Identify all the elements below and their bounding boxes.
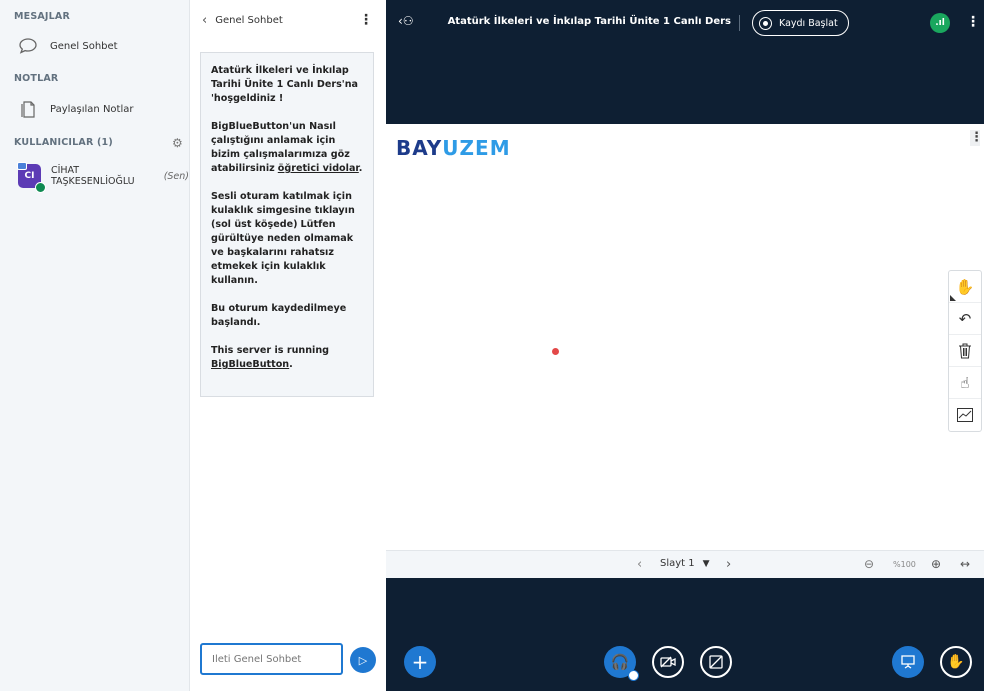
actions-plus-button[interactable]: + [404, 646, 436, 678]
undo-icon: ↶ [958, 309, 972, 328]
logo-part-1: BAY [396, 136, 443, 160]
welcome-line-4: Bu oturum kaydedilmeye başlandı. [211, 303, 347, 328]
presenter-cursor [552, 348, 559, 355]
next-slide-icon[interactable]: › [726, 557, 731, 572]
messages-section-title: MESAJLAR [14, 11, 70, 22]
tutorial-videos-link[interactable]: öğretici vidolar [278, 163, 359, 174]
user-list-item[interactable]: CI CİHAT TAŞKESENLİOĞLU (Sen) [17, 162, 189, 193]
welcome-line-5: This server is running [211, 345, 330, 356]
whiteboard-toolbar: ✋ ↶ ☝ [948, 270, 982, 432]
fit-to-width-icon[interactable]: ↔ [960, 557, 970, 571]
top-navbar: ‹⚇ Atatürk İlkeleri ve İnkılap Tarihi Ün… [386, 0, 984, 44]
you-label: (Sen) [163, 170, 189, 182]
logo-part-2: UZEM [442, 136, 511, 160]
zoom-out-icon[interactable]: ⊖ [864, 557, 874, 571]
avatar-initials: CI [24, 171, 35, 181]
main-area: ‹⚇ Atatürk İlkeleri ve İnkılap Tarihi Ün… [386, 0, 984, 691]
shared-notes-label: Paylaşılan Notlar [50, 103, 134, 115]
line-chart-icon [957, 408, 973, 422]
record-icon [759, 16, 772, 30]
screenshare-off-icon [709, 655, 723, 669]
screenshare-button[interactable] [700, 646, 732, 678]
presentation-button[interactable] [892, 646, 924, 678]
slide-controls: ‹ Slayt 1 ▼ › ⊖ %100 ⊕ ↔ [386, 550, 984, 578]
welcome-line-5-suffix: . [289, 359, 293, 370]
send-message-button[interactable]: ▷ [350, 647, 376, 673]
bigbluebutton-link[interactable]: BigBlueButton [211, 359, 289, 370]
presenter-icon [17, 162, 27, 170]
headphones-icon: 🎧 [610, 653, 630, 671]
raise-hand-button[interactable]: ✋ [940, 646, 972, 678]
hand-icon: ✋ [955, 277, 975, 296]
options-kebab-icon[interactable]: ⋮ [966, 14, 980, 30]
trash-icon [959, 343, 971, 358]
user-name: CİHAT TAŞKESENLİOĞLU [50, 165, 135, 187]
welcome-line-1: Atatürk İlkeleri ve İnkılap Tarihi Ünite… [211, 65, 359, 104]
gear-icon[interactable]: ⚙ [172, 136, 183, 150]
public-chat-label: Genel Sohbet [50, 40, 118, 52]
tool-hand[interactable]: ✋ [949, 271, 981, 303]
plus-icon: + [411, 650, 429, 674]
voice-status-icon [34, 182, 46, 193]
send-arrow-icon: ▷ [358, 653, 368, 667]
welcome-line-2-suffix: . [358, 163, 363, 174]
tool-multi-user[interactable]: ☝ [949, 367, 981, 399]
previous-slide-icon[interactable]: ‹ [637, 557, 642, 572]
multi-user-icon: ☝ [960, 373, 970, 392]
slide-select[interactable]: Slayt 1 ▼ [660, 558, 710, 569]
chat-panel: ‹ Genel Sohbet ⋮ Atatürk İlkeleri ve İnk… [190, 0, 386, 691]
tool-undo[interactable]: ↶ [949, 303, 981, 335]
users-section-title: KULLANICILAR (1) [14, 137, 113, 148]
connection-status-icon[interactable]: .ıl [930, 13, 950, 33]
camera-off-icon [660, 656, 676, 668]
welcome-message: Atatürk İlkeleri ve İnkılap Tarihi Ünite… [200, 52, 374, 397]
slide-label: Slayt 1 [660, 558, 695, 569]
document-icon [18, 99, 38, 119]
start-recording-button[interactable]: Kaydı Başlat [752, 10, 849, 36]
chat-bubble-icon [18, 36, 38, 56]
shared-notes-item[interactable]: Paylaşılan Notlar [18, 99, 133, 119]
chat-title[interactable]: Genel Sohbet [215, 15, 283, 26]
presentation-options-kebab-icon[interactable]: ⋮ [970, 130, 983, 146]
webcam-button[interactable] [652, 646, 684, 678]
action-bar: + 🎧 ✋ [386, 578, 984, 691]
public-chat-item[interactable]: Genel Sohbet [18, 36, 118, 56]
chevron-left-icon[interactable]: ‹ [202, 13, 207, 28]
presentation-icon [901, 655, 915, 669]
audio-settings-icon [628, 670, 639, 681]
zoom-value: %100 [893, 560, 916, 569]
record-label: Kaydı Başlat [779, 17, 838, 29]
zoom-in-icon[interactable]: ⊕ [931, 557, 941, 571]
chat-header: ‹ Genel Sohbet ⋮ [190, 0, 386, 40]
avatar: CI [17, 162, 46, 193]
bayuzem-logo: BAYUZEM [396, 136, 511, 160]
chevron-down-icon: ▼ [702, 558, 710, 569]
title-separator [739, 15, 740, 31]
chat-message-input[interactable] [200, 643, 343, 675]
notes-section-title: NOTLAR [14, 73, 59, 84]
user-list-panel: MESAJLAR Genel Sohbet NOTLAR Paylaşılan … [0, 0, 190, 691]
tool-chart[interactable] [949, 399, 981, 431]
meeting-title: Atatürk İlkeleri ve İnkılap Tarihi Ünite… [447, 16, 731, 27]
audio-button[interactable]: 🎧 [604, 646, 639, 681]
raise-hand-icon: ✋ [947, 654, 965, 670]
tool-clear[interactable] [949, 335, 981, 367]
chat-options-kebab-icon[interactable]: ⋮ [359, 12, 373, 28]
presentation-whiteboard[interactable]: BAYUZEM ⋮ ✋ ↶ ☝ [386, 124, 984, 550]
